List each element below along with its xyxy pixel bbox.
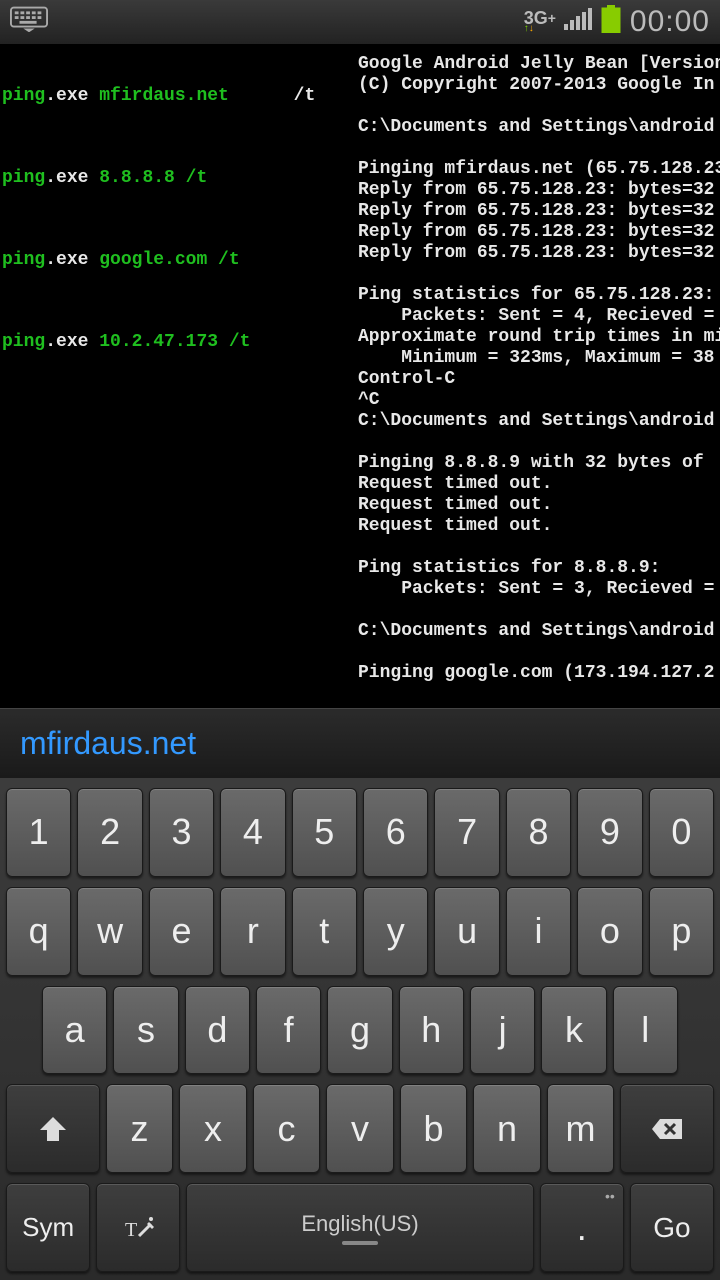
ime-suggestion[interactable]: mfirdaus.net xyxy=(20,725,196,762)
key-a[interactable]: a xyxy=(42,986,107,1075)
command-history-line: ping.exe google.com /t xyxy=(2,250,315,270)
svg-text:T: T xyxy=(125,1219,137,1241)
key-z[interactable]: z xyxy=(106,1084,174,1173)
command-history-line: ping.exe 8.8.8.8 /t xyxy=(2,168,315,188)
key-w[interactable]: w xyxy=(77,887,142,976)
key-u[interactable]: u xyxy=(434,887,499,976)
key-9[interactable]: 9 xyxy=(577,788,642,877)
key-l[interactable]: l xyxy=(613,986,678,1075)
network-type: 3G+↑↓ xyxy=(524,11,556,33)
key-2[interactable]: 2 xyxy=(77,788,142,877)
signal-icon xyxy=(564,8,592,37)
key-h[interactable]: h xyxy=(399,986,464,1075)
key-go[interactable]: Go xyxy=(630,1183,714,1272)
key-o[interactable]: o xyxy=(577,887,642,976)
command-history-line: ping.exe mfirdaus.net /t xyxy=(2,86,315,106)
key-8[interactable]: 8 xyxy=(506,788,571,877)
key-shift[interactable] xyxy=(6,1084,100,1173)
ime-suggestion-bar[interactable]: mfirdaus.net xyxy=(0,708,720,778)
key-m[interactable]: m xyxy=(547,1084,615,1173)
key-5[interactable]: 5 xyxy=(292,788,357,877)
key-y[interactable]: y xyxy=(363,887,428,976)
key-j[interactable]: j xyxy=(470,986,535,1075)
key-4[interactable]: 4 xyxy=(220,788,285,877)
key-6[interactable]: 6 xyxy=(363,788,428,877)
key-i[interactable]: i xyxy=(506,887,571,976)
key-s[interactable]: s xyxy=(113,986,178,1075)
key-space[interactable]: English(US) xyxy=(186,1183,533,1272)
battery-icon xyxy=(600,5,622,40)
key-1[interactable]: 1 xyxy=(6,788,71,877)
key-t[interactable]: t xyxy=(292,887,357,976)
key-p[interactable]: p xyxy=(649,887,714,976)
key-3[interactable]: 3 xyxy=(149,788,214,877)
key-f[interactable]: f xyxy=(256,986,321,1075)
key-backspace[interactable] xyxy=(620,1084,714,1173)
key-g[interactable]: g xyxy=(327,986,392,1075)
command-history-line: ping.exe 10.2.47.173 /t xyxy=(2,332,315,352)
key-b[interactable]: b xyxy=(400,1084,468,1173)
key-n[interactable]: n xyxy=(473,1084,541,1173)
key-input-method[interactable]: T xyxy=(96,1183,180,1272)
key-q[interactable]: q xyxy=(6,887,71,976)
key-r[interactable]: r xyxy=(220,887,285,976)
terminal-output[interactable]: ping.exe mfirdaus.net /t ping.exe 8.8.8.8… xyxy=(0,44,720,708)
key-x[interactable]: x xyxy=(179,1084,247,1173)
key-v[interactable]: v xyxy=(326,1084,394,1173)
keyboard-indicator-icon xyxy=(10,6,48,39)
key-7[interactable]: 7 xyxy=(434,788,499,877)
clock: 00:00 xyxy=(630,5,710,39)
key-space-label: English(US) xyxy=(301,1211,418,1237)
key-k[interactable]: k xyxy=(541,986,606,1075)
key-e[interactable]: e xyxy=(149,887,214,976)
status-bar: 3G+↑↓ 00:00 xyxy=(0,0,720,44)
soft-keyboard: 1234567890 qwertyuiop asdfghjkl zxcvbnm … xyxy=(0,778,720,1280)
key-sym[interactable]: Sym xyxy=(6,1183,90,1272)
key-d[interactable]: d xyxy=(185,986,250,1075)
key-0[interactable]: 0 xyxy=(649,788,714,877)
terminal-output-pane: Google Android Jelly Bean [Version (C) C… xyxy=(358,54,720,684)
key-c[interactable]: c xyxy=(253,1084,321,1173)
key-period[interactable]: . •• xyxy=(540,1183,624,1272)
